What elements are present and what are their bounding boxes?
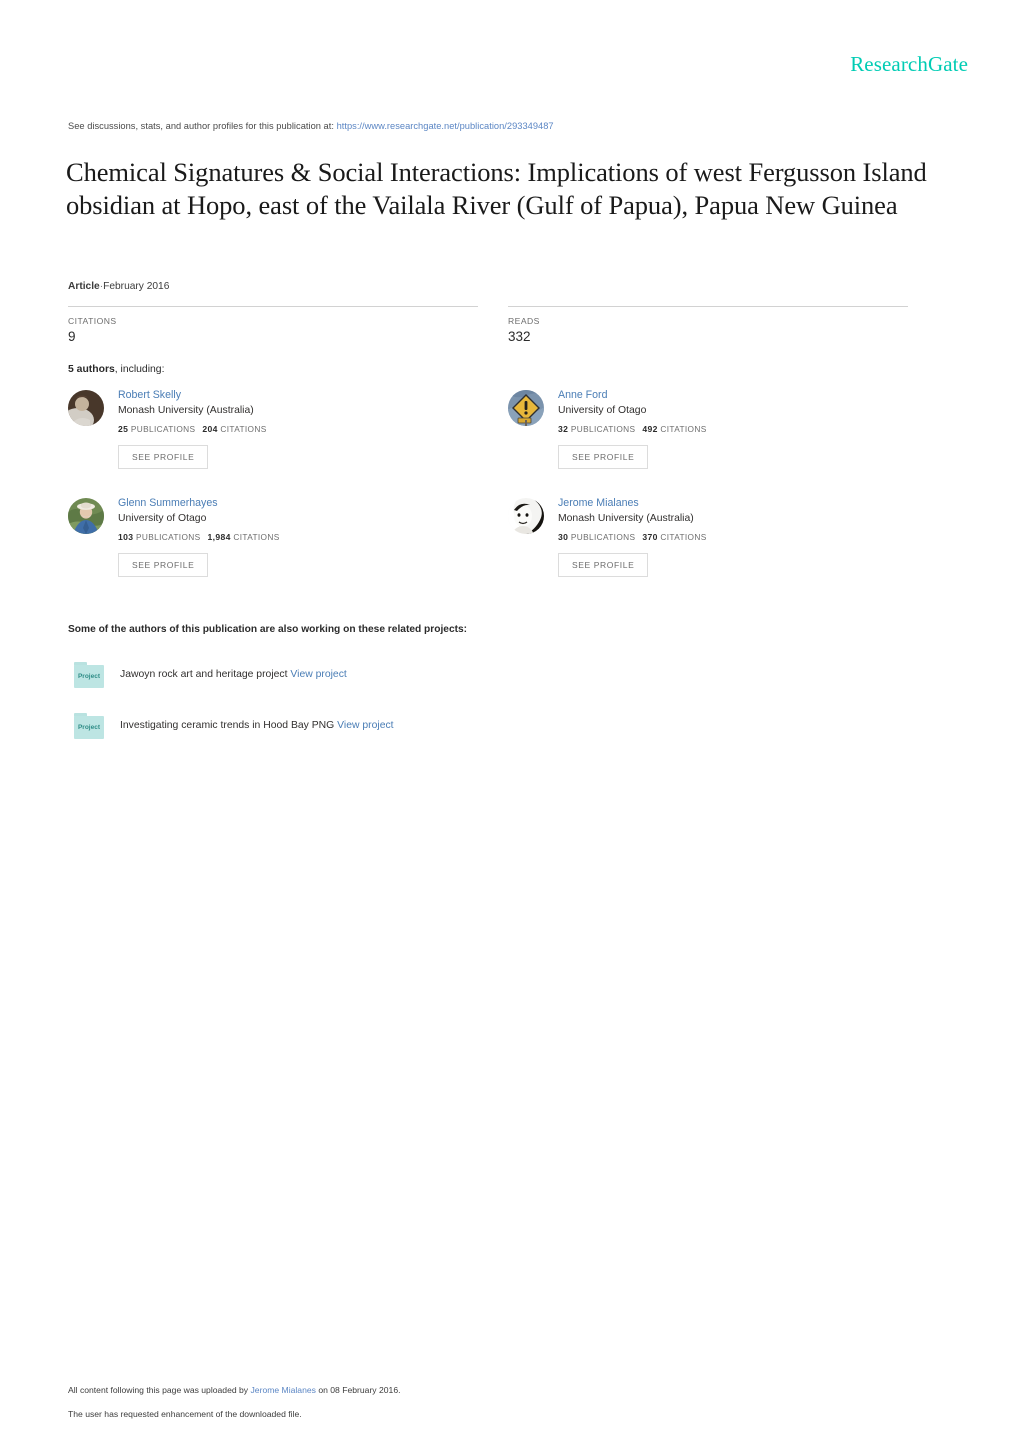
authors-count: 5 authors <box>68 364 115 375</box>
svg-text:Project: Project <box>78 724 101 731</box>
discussion-prefix: See discussions, stats, and author profi… <box>68 121 334 131</box>
avatar[interactable] <box>508 390 544 426</box>
author-citations-label: CITATIONS <box>233 532 280 542</box>
author-citations-label: CITATIONS <box>660 424 707 434</box>
author-name-link[interactable]: Jerome Mialanes <box>558 496 938 510</box>
view-project-link[interactable]: View project <box>290 669 346 680</box>
project-folder-icon: Project <box>73 661 105 689</box>
project-title: Investigating ceramic trends in Hood Bay… <box>120 720 335 731</box>
author-publications-label: PUBLICATIONS <box>570 532 636 542</box>
author-stats: 30 PUBLICATIONS 370 CITATIONS <box>558 532 938 542</box>
author-citations-label: CITATIONS <box>660 532 707 542</box>
project-text: Jawoyn rock art and heritage project Vie… <box>120 668 347 682</box>
author-card: Anne Ford University of Otago 32 PUBLICA… <box>508 388 948 488</box>
upload-suffix: on 08 February 2016. <box>318 1385 401 1395</box>
view-project-link[interactable]: View project <box>337 720 393 731</box>
reads-divider <box>508 306 908 307</box>
author-publications-count: 25 <box>118 424 129 434</box>
author-citations-count: 204 <box>202 424 218 434</box>
author-publications-label: PUBLICATIONS <box>570 424 636 434</box>
author-citations-count: 1,984 <box>207 532 231 542</box>
publication-url-link[interactable]: https://www.researchgate.net/publication… <box>337 121 554 131</box>
author-card: Jerome Mialanes Monash University (Austr… <box>508 496 948 596</box>
author-institution: Monash University (Australia) <box>558 513 694 524</box>
author-stats: 32 PUBLICATIONS 492 CITATIONS <box>558 424 938 434</box>
author-details: Jerome Mialanes Monash University (Austr… <box>558 496 938 577</box>
avatar[interactable] <box>68 390 104 426</box>
author-publications-count: 103 <box>118 532 134 542</box>
author-publications-count: 30 <box>558 532 569 542</box>
project-title: Jawoyn rock art and heritage project <box>120 669 288 680</box>
see-profile-button[interactable]: SEE PROFILE <box>558 553 649 577</box>
author-institution: University of Otago <box>118 513 207 524</box>
author-name-link[interactable]: Robert Skelly <box>118 388 498 402</box>
author-citations-count: 370 <box>642 532 658 542</box>
project-row: Project Jawoyn rock art and heritage pro… <box>68 661 768 695</box>
upload-prefix: All content following this page was uplo… <box>68 1385 249 1395</box>
author-publications-count: 32 <box>558 424 569 434</box>
avatar[interactable] <box>508 498 544 534</box>
citations-divider <box>68 306 478 307</box>
uploader-link[interactable]: Jerome Mialanes <box>251 1385 316 1395</box>
author-card: Robert Skelly Monash University (Austral… <box>68 388 508 488</box>
author-citations-label: CITATIONS <box>220 424 267 434</box>
author-details: Glenn Summerhayes University of Otago 10… <box>118 496 498 577</box>
page-title: Chemical Signatures & Social Interaction… <box>66 157 927 220</box>
reads-value: 332 <box>508 329 531 344</box>
project-row: Project Investigating ceramic trends in … <box>68 712 768 746</box>
author-stats: 25 PUBLICATIONS 204 CITATIONS <box>118 424 498 434</box>
author-details: Anne Ford University of Otago 32 PUBLICA… <box>558 388 938 469</box>
avatar[interactable] <box>68 498 104 534</box>
author-publications-label: PUBLICATIONS <box>130 424 196 434</box>
author-publications-label: PUBLICATIONS <box>136 532 201 542</box>
authors-heading: 5 authors, including: <box>68 364 164 375</box>
researchgate-publication-page: ResearchGate See discussions, stats, and… <box>0 0 1020 1441</box>
see-profile-button[interactable]: SEE PROFILE <box>558 445 649 469</box>
researchgate-logo[interactable]: ResearchGate <box>850 52 968 77</box>
upload-note: All content following this page was uplo… <box>68 1385 401 1395</box>
citations-value: 9 <box>68 329 76 344</box>
see-profile-button[interactable]: SEE PROFILE <box>118 553 209 577</box>
author-name-link[interactable]: Glenn Summerhayes <box>118 496 498 510</box>
author-citations-count: 492 <box>642 424 658 434</box>
authors-count-suffix: , including: <box>114 364 165 375</box>
author-card: Glenn Summerhayes University of Otago 10… <box>68 496 508 596</box>
project-text: Investigating ceramic trends in Hood Bay… <box>120 719 394 733</box>
author-institution: University of Otago <box>558 405 647 416</box>
author-details: Robert Skelly Monash University (Austral… <box>118 388 498 469</box>
reads-stat-column: READS 332 <box>508 306 908 344</box>
article-meta: Article·February 2016 <box>68 281 169 292</box>
discussion-line: See discussions, stats, and author profi… <box>68 121 554 131</box>
project-folder-icon: Project <box>73 712 105 740</box>
author-institution: Monash University (Australia) <box>118 405 254 416</box>
article-date: February 2016 <box>103 281 170 292</box>
author-name-link[interactable]: Anne Ford <box>558 388 938 402</box>
see-profile-button[interactable]: SEE PROFILE <box>118 445 209 469</box>
article-type: Article <box>68 281 100 292</box>
related-projects-heading: Some of the authors of this publication … <box>68 624 468 635</box>
enhancement-note: The user has requested enhancement of th… <box>68 1409 302 1419</box>
author-stats: 103 PUBLICATIONS 1,984 CITATIONS <box>118 532 498 542</box>
citations-label: CITATIONS <box>68 316 117 326</box>
citations-stat-column: CITATIONS 9 <box>68 306 478 344</box>
svg-text:Project: Project <box>78 673 101 680</box>
reads-label: READS <box>508 316 540 326</box>
